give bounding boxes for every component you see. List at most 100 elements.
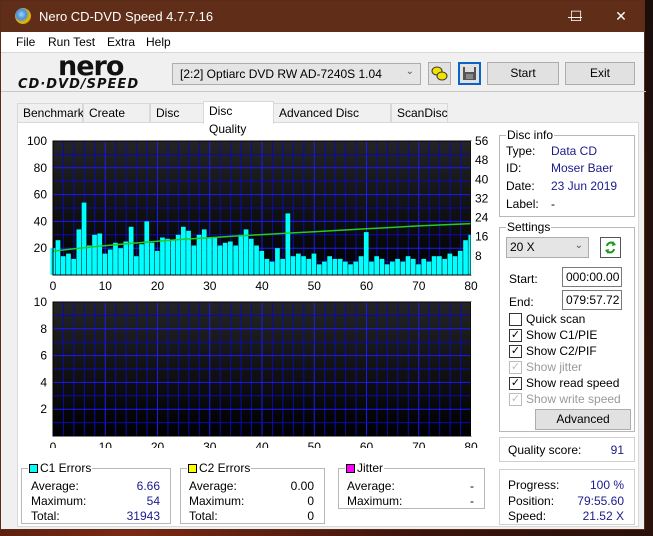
c2-chart: 0 10 20 30 40 50 60 70 80 10 8 6 4 2 [34, 295, 478, 448]
checkmark-icon: ✓ [509, 345, 522, 358]
y-tick-label: 2 [40, 402, 47, 416]
c1-error-bar [165, 238, 170, 275]
start-button[interactable]: Start [487, 62, 559, 85]
x-tick-label: 50 [308, 440, 322, 448]
c1-error-bar [191, 245, 197, 275]
c1-error-bar [327, 256, 332, 275]
c1-color-swatch [29, 464, 38, 473]
checkbox-label: Show write speed [526, 392, 621, 406]
c1-error-bar [280, 258, 285, 275]
c1-error-bar [181, 226, 186, 275]
y-tick-label: 60 [34, 188, 48, 202]
exit-button[interactable]: Exit [565, 62, 635, 85]
c1-error-bar [306, 258, 312, 275]
divider [1, 91, 646, 92]
maximize-button[interactable]: ☐ [553, 1, 599, 32]
drive-select[interactable]: [2:2] Optiarc DVD RW AD-7240S 1.04 ⌄ [172, 63, 421, 85]
disc-type-value: Data CD [551, 144, 598, 158]
c1-error-bar [60, 256, 66, 275]
c2-errors-group: C2 Errors Average: 0.00 Maximum: 0 Total… [180, 461, 325, 524]
c1-error-bar [207, 237, 212, 275]
c1-error-bar [134, 256, 139, 275]
y-tick-label: 100 [27, 134, 47, 148]
refresh-button[interactable] [600, 237, 621, 258]
checkmark-icon: ✓ [509, 377, 522, 390]
start-time-input[interactable]: 000:00.00 [562, 267, 622, 287]
c1-error-bar [332, 258, 338, 275]
c1-error-bar [311, 253, 317, 275]
advanced-button[interactable]: Advanced [535, 409, 631, 430]
c2-color-swatch [188, 464, 197, 473]
c1-error-bar [196, 234, 202, 275]
checkbox-label: Show C1/PIE [526, 328, 598, 342]
c1-error-bar [66, 253, 71, 275]
settings-title: Settings [506, 220, 552, 234]
c1-error-bar [81, 202, 87, 275]
right-y-tick-label: 24 [475, 211, 489, 225]
tab-advanced-disc-quality[interactable]: Advanced Disc Quality [273, 103, 391, 138]
c1-error-bar [353, 261, 359, 275]
checkmark-icon: ✓ [509, 393, 522, 406]
tab-create-disc[interactable]: Create Disc [83, 103, 150, 138]
jitter-title: Jitter [357, 461, 384, 475]
c1-error-bar [452, 256, 458, 275]
tab-disc-quality[interactable]: Disc Quality [203, 101, 274, 136]
tab-disc-info[interactable]: Disc Info [150, 103, 204, 138]
end-time-input[interactable]: 079:57.72 [562, 290, 622, 310]
quality-score-label: Quality score: [508, 443, 582, 457]
drive-info-button[interactable] [428, 62, 451, 85]
menu-extra[interactable]: Extra [107, 35, 135, 49]
x-tick-label: 30 [203, 440, 217, 448]
tab-scandisc[interactable]: ScanDisc [391, 103, 448, 123]
quality-score-box: Quality score: 91 [499, 437, 635, 462]
chevron-down-icon: ⌄ [574, 240, 583, 251]
title-bar: Nero CD-DVD Speed 4.7.7.16 — ☐ ✕ [1, 1, 644, 32]
c1-error-bar [92, 234, 97, 275]
disc-label-label: Label: [506, 197, 539, 211]
speed-value: 21.52 X [582, 509, 624, 523]
c1-average-label: Average: [31, 479, 79, 493]
c1-error-bar [384, 264, 390, 275]
c1-error-bar [296, 253, 301, 275]
c1-error-bar [322, 261, 327, 275]
menu-help[interactable]: Help [146, 35, 171, 49]
checkbox-label: Show read speed [526, 376, 620, 390]
c2-errors-legend: C2 Errors [187, 461, 252, 475]
c2-total-value: 0 [307, 509, 314, 523]
c1-error-bar [201, 229, 207, 275]
menu-file[interactable]: File [16, 35, 35, 49]
c1-error-bar [395, 258, 400, 275]
y-tick-label: 8 [40, 322, 47, 336]
menu-run-test[interactable]: Run Test [48, 35, 95, 49]
disc-info-title: Disc info [506, 128, 555, 142]
c1-error-bar [175, 234, 181, 275]
jitter-average-value: - [470, 479, 474, 493]
tab-benchmark[interactable]: Benchmark [17, 103, 84, 123]
end-label: End: [509, 295, 534, 309]
speed-select[interactable]: 20 X ⌄ [506, 237, 589, 258]
close-button[interactable]: ✕ [598, 1, 644, 32]
jitter-maximum-label: Maximum: [347, 494, 403, 508]
chevron-down-icon: ⌄ [405, 66, 414, 77]
speed-select-value: 20 X [510, 240, 535, 254]
save-button[interactable] [458, 62, 481, 85]
c1-error-bar [55, 240, 61, 275]
c2-maximum-value: 0 [307, 494, 314, 508]
c1-average-value: 6.66 [136, 479, 160, 493]
c1-error-bar [144, 221, 150, 275]
c2-total-label: Total: [189, 509, 218, 523]
right-y-tick-label: 48 [475, 153, 489, 167]
disc-label-value: - [551, 197, 555, 211]
y-tick-label: 20 [34, 241, 48, 255]
quality-score-value: 91 [610, 443, 624, 457]
window-title: Nero CD-DVD Speed 4.7.7.16 [39, 9, 214, 24]
c1-errors-title: C1 Errors [40, 461, 92, 475]
c1-error-bar [102, 253, 108, 275]
progress-box: Progress: 100 % Position: 79:55.60 Speed… [499, 469, 635, 525]
y-tick-label: 10 [34, 295, 48, 309]
c1-error-bar [363, 232, 369, 275]
y-tick-label: 6 [40, 349, 47, 363]
c1-error-bar [316, 264, 322, 275]
c1-error-bar [170, 240, 176, 275]
c1-error-bar [269, 261, 275, 275]
